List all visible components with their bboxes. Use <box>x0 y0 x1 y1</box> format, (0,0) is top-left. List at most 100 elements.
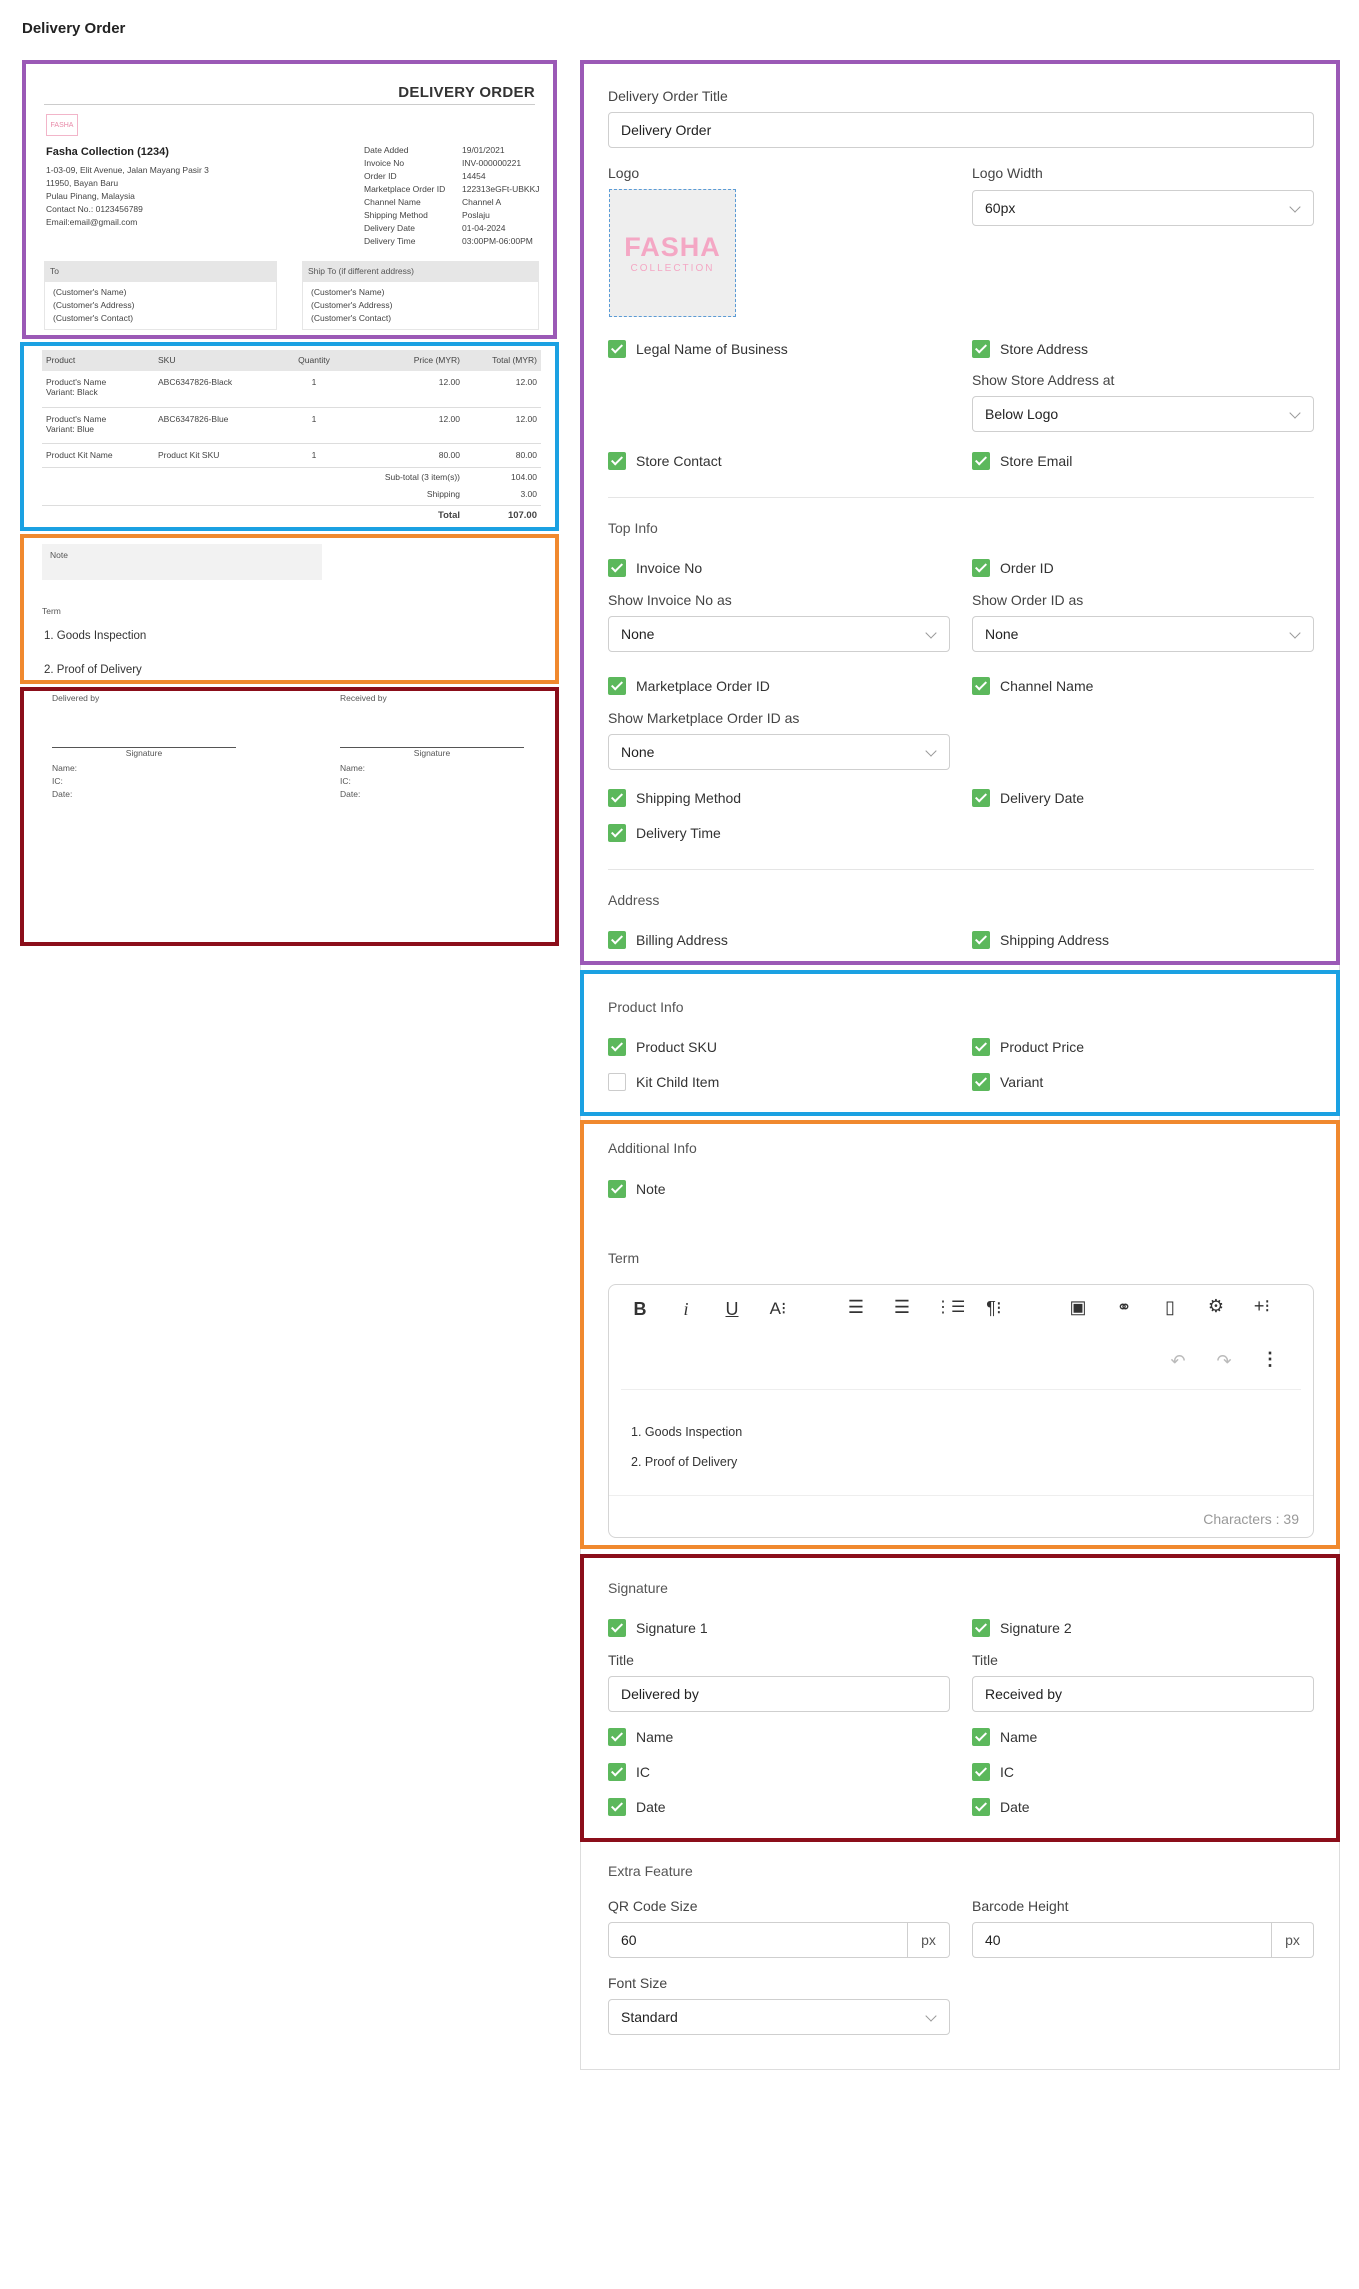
checkbox-label: Date <box>1000 1799 1030 1815</box>
subtotal-value: 104.00 <box>511 471 537 482</box>
kit-child-checkbox[interactable]: Kit Child Item <box>608 1073 719 1091</box>
shipping-method-checkbox[interactable]: Shipping Method <box>608 789 741 807</box>
checkbox-checked <box>608 559 626 577</box>
delivery-date-checkbox[interactable]: Delivery Date <box>972 789 1084 807</box>
show-store-address-select[interactable]: Below Logo <box>972 396 1314 432</box>
show-mp-label: Show Marketplace Order ID as <box>608 710 800 726</box>
info-key: Marketplace Order ID <box>364 184 446 194</box>
more-options-icon[interactable]: ⋮ <box>1257 1349 1283 1370</box>
underline-icon[interactable]: U <box>719 1299 745 1320</box>
sig-name: Name: <box>52 763 78 773</box>
checkbox-label: Store Contact <box>636 453 722 469</box>
checkbox-label: Shipping Method <box>636 790 742 806</box>
store-address-checkbox[interactable]: Store Address <box>972 340 1088 358</box>
sig1-name-checkbox[interactable]: Name <box>608 1728 673 1746</box>
sig1-date-checkbox[interactable]: Date <box>608 1798 666 1816</box>
subtotal-row: Sub-total (3 item(s)) 104.00 <box>42 467 541 486</box>
sig1-ic-checkbox[interactable]: IC <box>608 1763 650 1781</box>
channel-name-checkbox[interactable]: Channel Name <box>972 677 1093 695</box>
sig-title: Received by <box>340 693 387 703</box>
logo-upload[interactable]: FASHA COLLECTION <box>609 189 736 317</box>
logo-width-select[interactable]: 60px <box>972 190 1314 226</box>
checkbox-checked <box>972 1038 990 1056</box>
barcode-height-unit: px <box>1272 1922 1314 1958</box>
invoice-no-checkbox[interactable]: Invoice No <box>608 559 702 577</box>
row-total: 12.00 <box>515 377 537 387</box>
legal-name-checkbox[interactable]: Legal Name of Business <box>608 340 788 358</box>
show-mp-select[interactable]: None <box>608 734 950 770</box>
checkbox-checked <box>972 789 990 807</box>
do-title-input[interactable]: Delivery Order <box>608 112 1314 148</box>
variant-checkbox[interactable]: Variant <box>972 1073 1043 1091</box>
italic-icon[interactable]: i <box>673 1299 699 1320</box>
show-order-label: Show Order ID as <box>972 592 1084 608</box>
info-key: Channel Name <box>364 197 421 207</box>
text-style-icon[interactable]: A⁝ <box>765 1299 791 1319</box>
font-size-select[interactable]: Standard <box>608 1999 950 2035</box>
preview-term-line: 2. Proof of Delivery <box>44 664 142 676</box>
additional-info-title: Additional Info <box>608 1140 697 1156</box>
bold-icon[interactable]: B <box>627 1299 653 1320</box>
row-price: 12.00 <box>438 377 460 387</box>
store-email-checkbox[interactable]: Store Email <box>972 452 1072 470</box>
note-checkbox[interactable]: Note <box>608 1180 666 1198</box>
preview-signature-section: Delivered by Signature Name: IC: Date: R… <box>20 687 559 946</box>
logo-image-text: FASHA <box>624 232 721 262</box>
show-invoice-label: Show Invoice No as <box>608 592 732 608</box>
delivery-time-checkbox[interactable]: Delivery Time <box>608 824 721 842</box>
row-product: Product's Name <box>46 413 107 424</box>
sig2-date-checkbox[interactable]: Date <box>972 1798 1030 1816</box>
sig-caption: Signature <box>125 748 163 758</box>
link-icon[interactable]: ⚭ <box>1111 1297 1137 1318</box>
address-line: Email:email@gmail.com <box>46 217 138 227</box>
checkbox-checked <box>972 1763 990 1781</box>
checkbox-label: Invoice No <box>636 560 703 576</box>
sig2-title-input[interactable]: Received by <box>972 1676 1314 1712</box>
checkbox-checked <box>608 1619 626 1637</box>
settings-gear-icon[interactable]: ⚙ <box>1203 1296 1229 1317</box>
checkbox-label: Signature 2 <box>1000 1620 1072 1636</box>
order-id-checkbox[interactable]: Order ID <box>972 559 1054 577</box>
sig2-ic-checkbox[interactable]: IC <box>972 1763 1014 1781</box>
subtotal-label: Sub-total (3 item(s)) <box>384 471 460 482</box>
qr-size-input[interactable]: 60 <box>608 1922 908 1958</box>
term-content[interactable]: 1. Goods Inspection 2. Proof of Delivery <box>631 1417 742 1477</box>
align-left-icon[interactable]: ☰ <box>843 1297 869 1318</box>
file-icon[interactable]: ▯ <box>1157 1297 1183 1318</box>
product-price-checkbox[interactable]: Product Price <box>972 1038 1084 1056</box>
shipping-address-checkbox[interactable]: Shipping Address <box>972 931 1109 949</box>
redo-icon[interactable]: ↷ <box>1211 1351 1237 1372</box>
barcode-height-input[interactable]: 40 <box>972 1922 1272 1958</box>
sig1-title-input[interactable]: Delivered by <box>608 1676 950 1712</box>
address-line: 1-03-09, Elit Avenue, Jalan Mayang Pasir… <box>46 165 209 175</box>
undo-icon[interactable]: ↶ <box>1165 1351 1191 1372</box>
checkbox-checked <box>972 677 990 695</box>
align-center-icon[interactable]: ☰ <box>889 1297 915 1318</box>
product-sku-checkbox[interactable]: Product SKU <box>608 1038 717 1056</box>
checkbox-label: Product SKU <box>636 1039 717 1055</box>
show-order-select[interactable]: None <box>972 616 1314 652</box>
paragraph-icon[interactable]: ¶⁝ <box>981 1298 1007 1319</box>
checkbox-label: Order ID <box>1000 560 1054 576</box>
info-value: 01-04-2024 <box>462 223 506 233</box>
table-row: Product's Name Variant: Black ABC6347826-… <box>42 371 541 407</box>
signature-1-checkbox[interactable]: Signature 1 <box>608 1619 708 1637</box>
insert-more-icon[interactable]: +⁝ <box>1249 1296 1275 1317</box>
row-sku: ABC6347826-Blue <box>158 413 229 424</box>
image-icon[interactable]: ▣ <box>1065 1297 1091 1318</box>
sig2-name-checkbox[interactable]: Name <box>972 1728 1037 1746</box>
show-invoice-select[interactable]: None <box>608 616 950 652</box>
checkbox-checked <box>608 1798 626 1816</box>
editor-divider <box>621 1389 1301 1390</box>
row-qty: 1 <box>311 413 317 424</box>
term-title: Term <box>608 1250 640 1266</box>
show-store-address-label: Show Store Address at <box>972 372 1115 388</box>
ordered-list-icon[interactable]: ⋮☰ <box>935 1297 965 1317</box>
checkbox-checked <box>608 1180 626 1198</box>
mp-order-id-checkbox[interactable]: Marketplace Order ID <box>608 677 770 695</box>
signature-2-checkbox[interactable]: Signature 2 <box>972 1619 1072 1637</box>
billing-address-checkbox[interactable]: Billing Address <box>608 931 728 949</box>
store-contact-checkbox[interactable]: Store Contact <box>608 452 722 470</box>
ship-to-label: Ship To (if different address) <box>302 261 539 282</box>
row-price: 12.00 <box>438 413 460 424</box>
